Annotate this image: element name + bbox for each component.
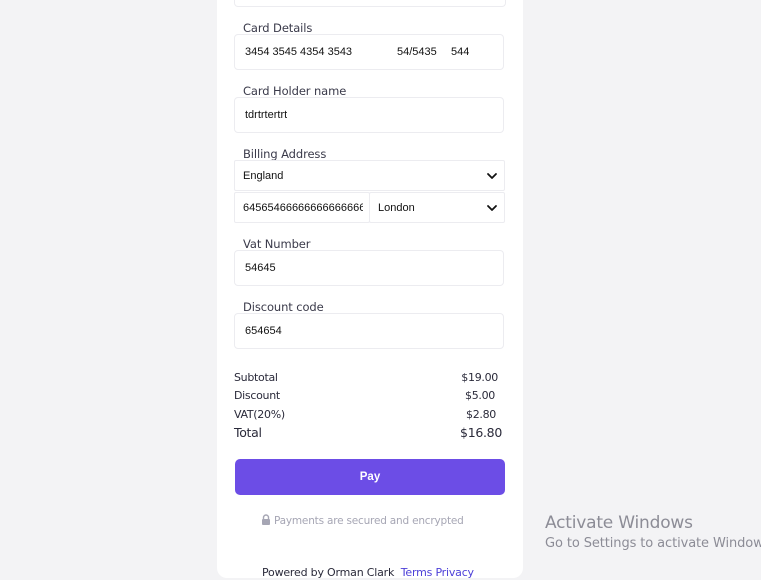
card-holder-input[interactable]: tdrtrtertrt bbox=[234, 97, 504, 133]
discount-code-value: 654654 bbox=[245, 325, 282, 337]
chevron-down-icon bbox=[487, 205, 497, 211]
total-amount: $16.80 bbox=[460, 425, 502, 440]
discount-amount: $5.00 bbox=[465, 389, 495, 402]
vat-label: VAT(20%) bbox=[234, 408, 285, 421]
discount-row: Discount $5.00 bbox=[234, 389, 502, 402]
card-holder-label: Card Holder name bbox=[243, 84, 347, 98]
pay-button[interactable]: Pay bbox=[235, 459, 505, 495]
card-number-input[interactable]: 3454 3545 4354 3543 bbox=[245, 46, 352, 58]
secure-note-text: Payments are secured and encrypted bbox=[274, 515, 464, 527]
card-details-field: 3454 3545 4354 3543 54/5435 544 bbox=[234, 34, 504, 70]
subtotal-amount: $19.00 bbox=[461, 371, 498, 384]
postcode-input[interactable]: 645654666666666666666 bbox=[234, 192, 370, 223]
country-select[interactable]: England bbox=[234, 160, 505, 191]
lock-icon bbox=[262, 514, 270, 525]
discount-label: Discount bbox=[234, 389, 280, 402]
chevron-down-icon bbox=[487, 173, 497, 179]
watermark-subtitle: Go to Settings to activate Windows. bbox=[545, 536, 761, 551]
postcode-value: 645654666666666666666 bbox=[243, 202, 363, 214]
footer: Powered by Orman Clark Terms Privacy bbox=[262, 566, 474, 579]
subtotal-label: Subtotal bbox=[234, 371, 278, 384]
discount-code-input[interactable]: 654654 bbox=[234, 313, 504, 349]
total-label: Total bbox=[234, 425, 262, 440]
card-details-label: Card Details bbox=[243, 21, 313, 35]
total-row: Total $16.80 bbox=[234, 425, 502, 440]
activate-windows-watermark: Activate Windows Go to Settings to activ… bbox=[545, 513, 761, 551]
vat-row: VAT(20%) $2.80 bbox=[234, 408, 502, 421]
previous-field[interactable] bbox=[234, 0, 506, 7]
secure-note: Payments are secured and encrypted bbox=[261, 514, 464, 527]
billing-address-label: Billing Address bbox=[243, 147, 327, 161]
privacy-link[interactable]: Privacy bbox=[435, 566, 474, 579]
vat-number-value: 54645 bbox=[245, 262, 276, 274]
vat-number-label: Vat Number bbox=[243, 237, 311, 251]
vat-amount: $2.80 bbox=[466, 408, 496, 421]
watermark-title: Activate Windows bbox=[545, 513, 693, 533]
card-holder-value: tdrtrtertrt bbox=[245, 109, 288, 121]
city-select[interactable]: London bbox=[369, 192, 505, 223]
payment-card: Card Details 3454 3545 4354 3543 54/5435… bbox=[217, 0, 523, 579]
card-expiry-input[interactable]: 54/5435 bbox=[397, 46, 437, 58]
country-value: England bbox=[243, 170, 284, 182]
discount-code-label: Discount code bbox=[243, 300, 324, 314]
card-cvc-input[interactable]: 544 bbox=[451, 46, 469, 58]
powered-by-text: Powered by Orman Clark bbox=[262, 566, 395, 579]
subtotal-row: Subtotal $19.00 bbox=[234, 371, 502, 384]
vat-number-input[interactable]: 54645 bbox=[234, 250, 504, 286]
terms-link[interactable]: Terms bbox=[401, 566, 433, 579]
city-value: London bbox=[378, 202, 415, 214]
